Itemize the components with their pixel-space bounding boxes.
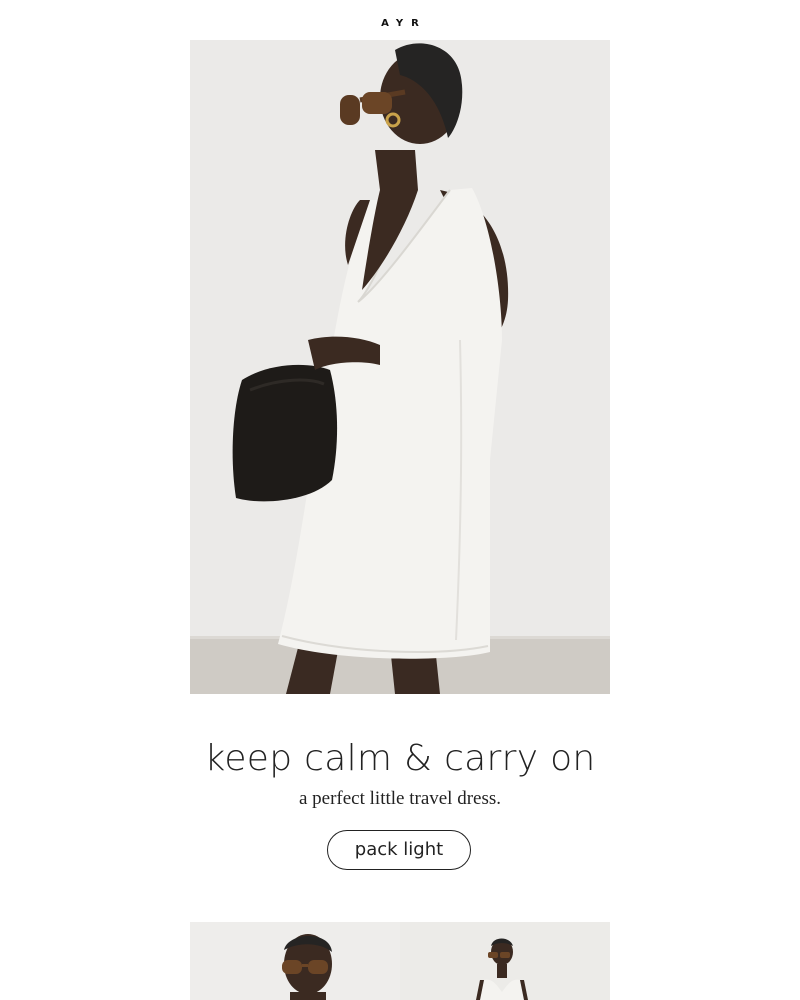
brand-logo[interactable]: AYR (0, 18, 800, 29)
hero-illustration (190, 40, 610, 694)
pack-light-button[interactable]: pack light (327, 830, 471, 870)
promo-subheadline: a perfect little travel dress. (298, 788, 502, 809)
product-tile-dress[interactable] (400, 922, 610, 1000)
product-tile-dress-image (400, 922, 610, 1000)
promo-headline: keep calm & carry on (204, 738, 596, 779)
product-tile-sunglasses[interactable] (190, 922, 400, 1000)
product-tile-sunglasses-image (190, 922, 400, 1000)
hero-image[interactable] (190, 40, 610, 694)
